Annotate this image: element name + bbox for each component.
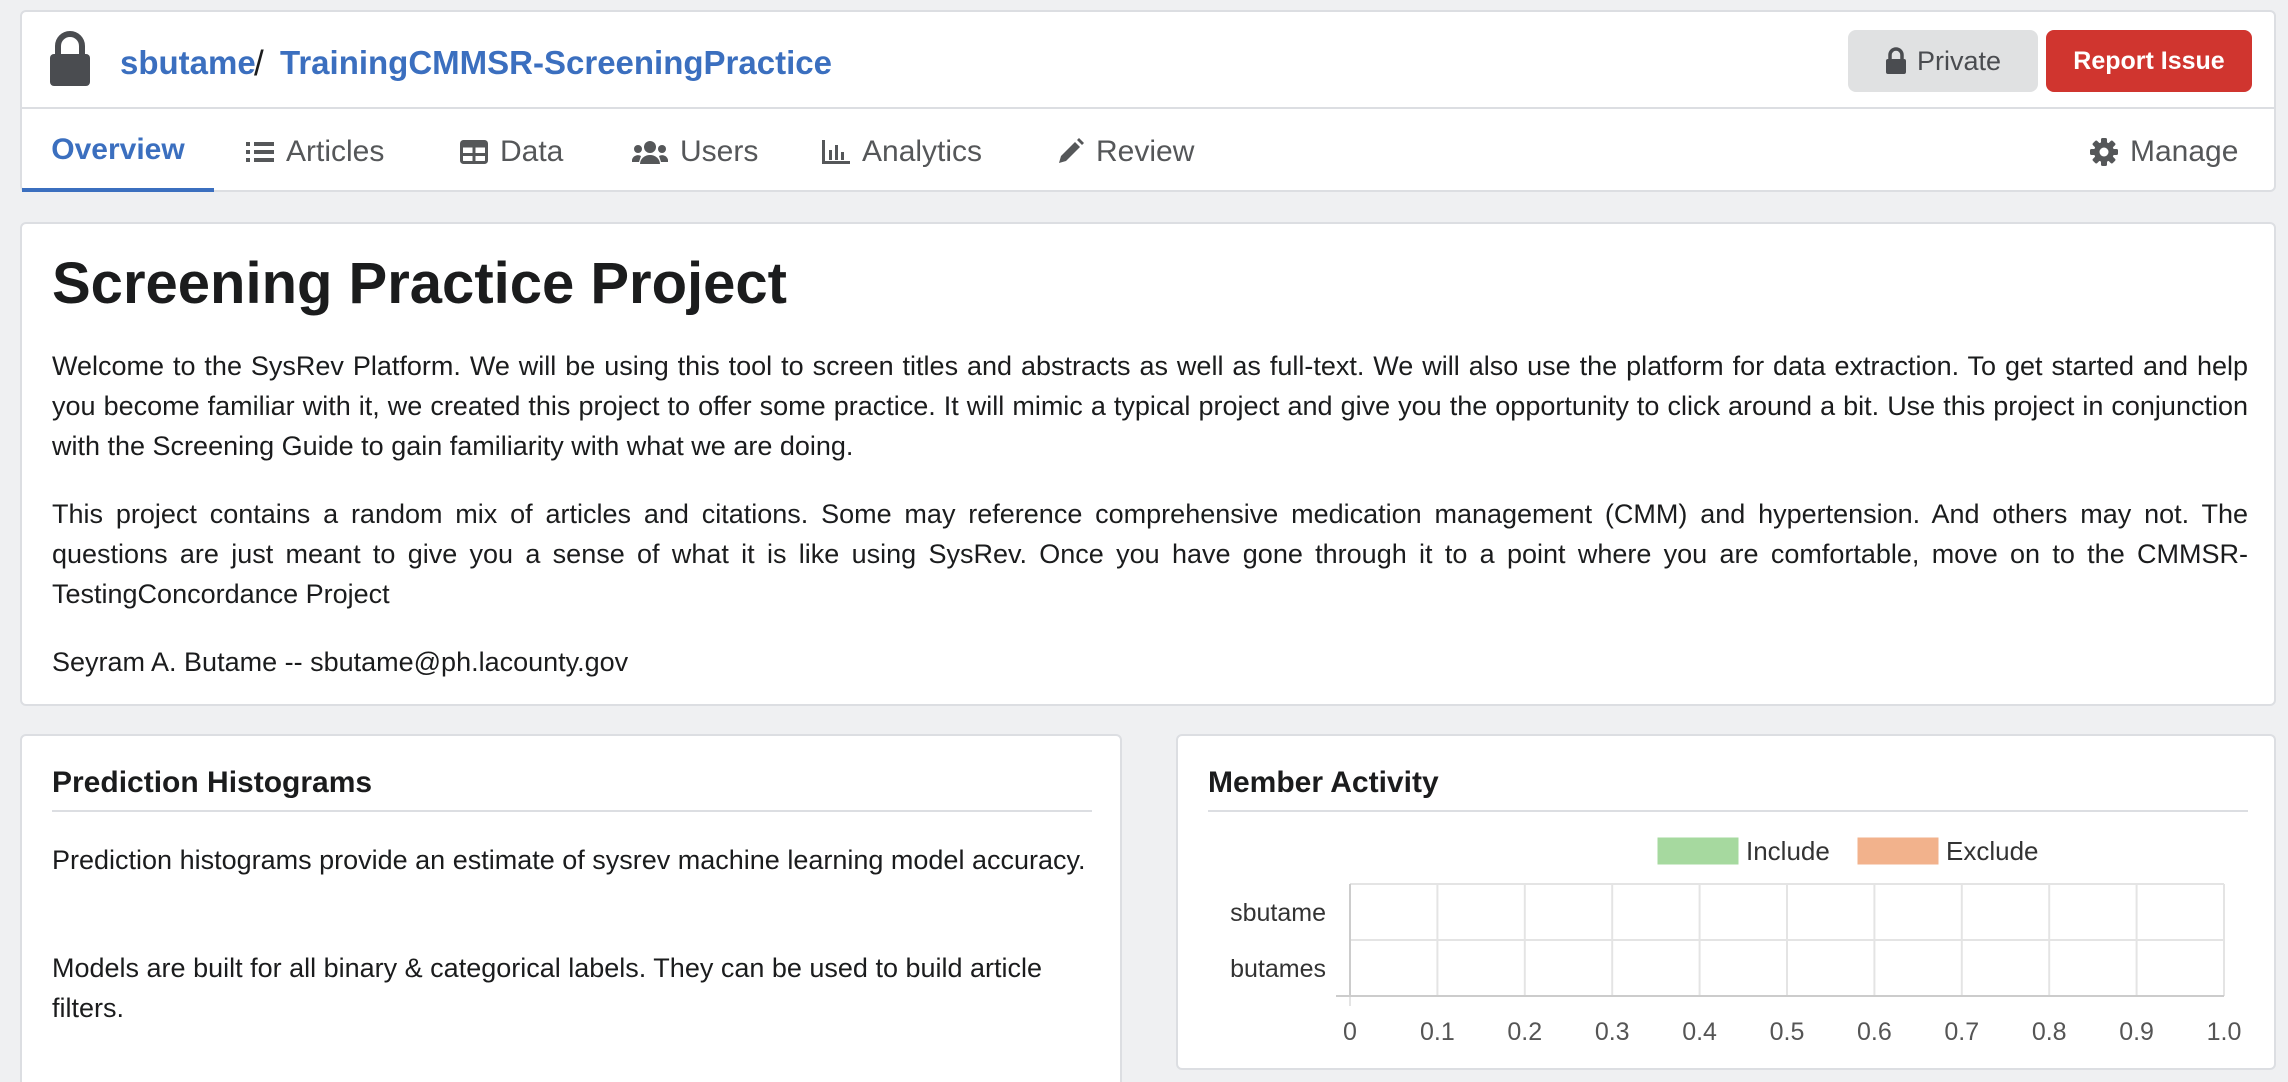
x-tick-label: 0.9 bbox=[2119, 1018, 2154, 1046]
x-tick-label: 1.0 bbox=[2207, 1018, 2242, 1046]
project-header: sbutame / TrainingCMMSR-ScreeningPractic… bbox=[20, 10, 2276, 192]
prediction-heading: Prediction Histograms bbox=[52, 766, 1092, 812]
x-tick-label: 0.5 bbox=[1770, 1018, 1805, 1046]
tab-label: Analytics bbox=[862, 134, 983, 168]
member-activity-chart: Include Exclude 0 0.1 0.2 0.3 0.4 0.5 0.6 0.7 0.8 0… bbox=[1230, 836, 2242, 1046]
description-paragraph: Welcome to the SysRev Platform. We will … bbox=[52, 351, 2248, 461]
x-tick-label: 0.6 bbox=[1857, 1018, 1892, 1046]
tab-label: Users bbox=[680, 134, 759, 168]
tab-data[interactable]: Data bbox=[460, 111, 563, 192]
tab-users[interactable]: Users bbox=[632, 111, 758, 192]
x-tick-label: 0.2 bbox=[1507, 1018, 1542, 1046]
legend-swatch bbox=[1657, 837, 1739, 865]
tab-label: Overview bbox=[51, 132, 185, 166]
tab-articles[interactable]: Articles bbox=[246, 111, 384, 192]
report-issue-button[interactable]: Report Issue bbox=[2046, 30, 2252, 92]
tab-label: Review bbox=[1096, 134, 1195, 168]
prediction-paragraph: Prediction histograms provide an estimat… bbox=[52, 845, 1086, 875]
member-activity-card: Member Activity Include Exclude 0 0.1 0.2 0.3… bbox=[1176, 734, 2276, 1070]
tab-overview[interactable]: Overview bbox=[22, 111, 214, 192]
gear-icon bbox=[2090, 137, 2118, 166]
tab-label: Articles bbox=[286, 134, 385, 168]
legend-label: Exclude bbox=[1946, 836, 2039, 866]
tab-label: Manage bbox=[2130, 134, 2239, 168]
x-tick-label: 0 bbox=[1343, 1018, 1357, 1046]
table-icon bbox=[460, 139, 488, 164]
bar-chart-icon bbox=[822, 139, 850, 164]
y-tick-label: butames bbox=[1230, 955, 1326, 983]
tab-manage[interactable]: Manage bbox=[2090, 111, 2238, 192]
legend-swatch bbox=[1857, 837, 1939, 865]
prediction-paragraph: Models are built for all binary & catego… bbox=[52, 953, 1043, 1023]
breadcrumb-separator: / bbox=[254, 44, 264, 83]
tab-analytics[interactable]: Analytics bbox=[822, 111, 982, 192]
list-icon bbox=[246, 141, 274, 162]
tab-label: Data bbox=[500, 134, 564, 168]
y-tick-label: sbutame bbox=[1230, 899, 1326, 927]
project-tabs: Overview Articles Data Users Analytics R… bbox=[22, 111, 2274, 192]
contact-line: Seyram A. Butame -- sbutame@ph.lacounty.… bbox=[52, 647, 629, 677]
description-paragraph: This project contains a random mix of ar… bbox=[52, 499, 2248, 609]
private-button[interactable]: Private bbox=[1848, 30, 2038, 92]
owner-link[interactable]: sbutame bbox=[120, 46, 256, 79]
x-tick-label: 0.1 bbox=[1420, 1018, 1455, 1046]
private-label: Private bbox=[1916, 45, 2002, 76]
title-row: sbutame / TrainingCMMSR-ScreeningPractic… bbox=[22, 12, 2274, 109]
users-icon bbox=[632, 140, 668, 164]
lock-icon bbox=[50, 31, 90, 86]
page-title: Screening Practice Project bbox=[52, 251, 787, 316]
tab-review[interactable]: Review bbox=[1056, 111, 1194, 192]
project-link[interactable]: TrainingCMMSR-ScreeningPractice bbox=[280, 46, 832, 79]
x-tick-label: 0.4 bbox=[1682, 1018, 1717, 1046]
pencil-icon bbox=[1059, 137, 1084, 163]
x-tick-label: 0.8 bbox=[2032, 1018, 2067, 1046]
legend-label: Include bbox=[1746, 836, 1830, 866]
x-tick-label: 0.3 bbox=[1595, 1018, 1630, 1046]
prediction-histograms-card: Prediction Histograms Prediction histogr… bbox=[20, 734, 1122, 1082]
lock-icon bbox=[1885, 47, 1906, 74]
x-tick-label: 0.7 bbox=[1944, 1018, 1979, 1046]
project-description-card: Screening Practice Project Welcome to th… bbox=[20, 222, 2276, 706]
